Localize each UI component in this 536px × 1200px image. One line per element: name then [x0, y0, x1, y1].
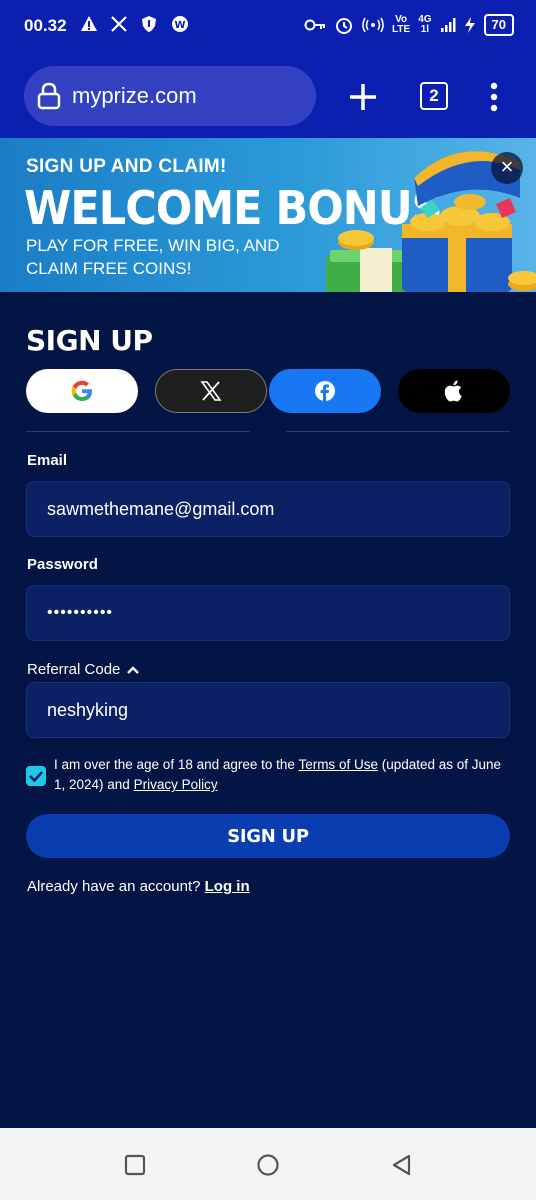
apple-signin-button[interactable]	[398, 369, 510, 413]
network-gen-indicator: 4G 1l	[418, 14, 432, 35]
terms-checkbox[interactable]	[26, 766, 46, 786]
welcome-bonus-banner[interactable]: SIGN UP AND CLAIM! WELCOME BONUS PLAY FO…	[0, 138, 536, 292]
x-signin-button[interactable]	[155, 369, 267, 413]
password-label: Password	[27, 556, 98, 573]
terms-of-use-link[interactable]: Terms of Use	[298, 757, 378, 772]
home-icon[interactable]	[255, 1152, 281, 1178]
referral-code-field[interactable]: neshyking	[26, 682, 510, 738]
status-time: 00.32	[24, 16, 67, 35]
browser-toolbar: myprize.com 2	[0, 54, 536, 138]
new-tab-icon[interactable]	[346, 80, 380, 114]
google-icon	[71, 380, 92, 401]
login-link[interactable]: Log in	[205, 878, 250, 895]
hotspot-icon	[362, 17, 384, 33]
checkmark-icon	[29, 771, 43, 783]
banner-subtext: PLAY FOR FREE, WIN BIG, AND CLAIM FREE C…	[26, 236, 280, 278]
url-text: myprize.com	[72, 83, 197, 108]
recent-apps-icon[interactable]	[122, 1152, 148, 1178]
volte-indicator: Vo LTE	[392, 14, 411, 35]
divider-right	[286, 431, 510, 432]
email-label: Email	[27, 452, 68, 469]
password-field[interactable]: ••••••••••	[26, 585, 510, 641]
key-icon	[304, 19, 326, 31]
status-left-icons: W	[80, 14, 190, 34]
referral-code-label: Referral Code	[27, 661, 121, 678]
signup-title: SIGN UP	[26, 324, 153, 357]
apple-icon	[444, 380, 462, 402]
svg-text:W: W	[174, 20, 185, 31]
chevron-up-icon	[127, 665, 140, 674]
system-navigation-bar	[0, 1128, 536, 1200]
referral-code-toggle[interactable]: Referral Code	[27, 661, 140, 678]
status-right-icons: Vo LTE 4G 1l 70	[304, 14, 514, 36]
status-bar: 00.32 W Vo LTE 4G 1l 70	[0, 0, 536, 54]
tab-switcher-button[interactable]: 2	[420, 82, 448, 110]
facebook-icon	[315, 381, 335, 401]
battery-level: 70	[483, 14, 514, 36]
google-signin-button[interactable]	[26, 369, 138, 413]
lock-icon	[37, 82, 61, 110]
facebook-signin-button[interactable]	[269, 369, 381, 413]
x-logo-icon	[200, 381, 222, 401]
alarm-icon	[336, 18, 353, 34]
charging-icon	[464, 17, 475, 33]
signup-submit-button[interactable]: SIGN UP	[26, 814, 510, 858]
app-badge-icon: W	[172, 16, 188, 32]
banner-kicker: SIGN UP AND CLAIM!	[26, 156, 227, 177]
signal-icon	[440, 18, 456, 32]
x-logo-icon	[111, 16, 127, 32]
signup-panel: SIGN UP Email sawmethemane@gmail.com Pas…	[0, 292, 536, 1128]
email-field[interactable]: sawmethemane@gmail.com	[26, 481, 510, 537]
privacy-policy-link[interactable]: Privacy Policy	[134, 777, 218, 792]
more-menu-icon[interactable]	[482, 80, 506, 114]
login-prompt: Already have an account? Log in	[27, 878, 250, 895]
back-icon[interactable]	[389, 1152, 415, 1178]
warning-icon	[81, 16, 97, 31]
terms-text: I am over the age of 18 and agree to the…	[54, 757, 502, 792]
address-bar[interactable]: myprize.com	[24, 66, 316, 126]
banner-close-button[interactable]: ×	[491, 152, 523, 184]
shield-icon	[142, 16, 156, 32]
divider-left	[26, 431, 250, 432]
